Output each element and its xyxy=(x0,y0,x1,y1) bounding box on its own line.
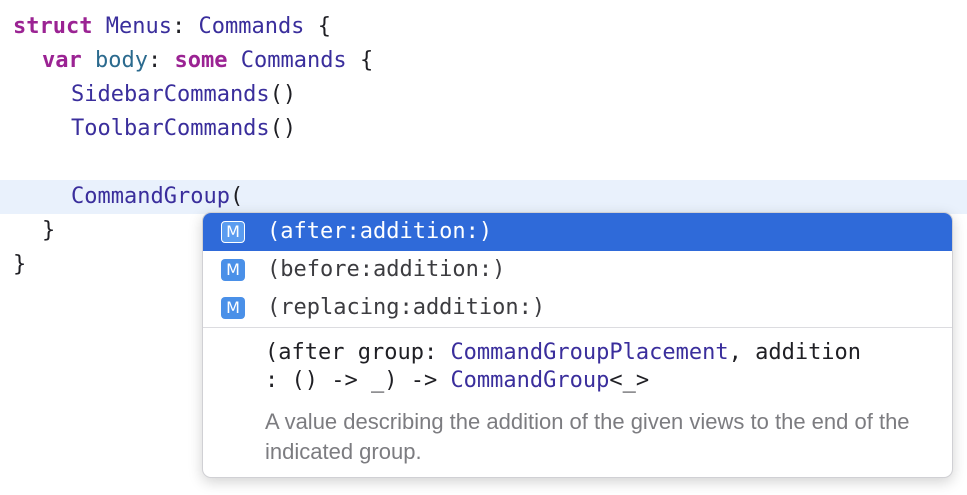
parens: () xyxy=(269,116,297,141)
parens: () xyxy=(269,82,297,107)
code-line-2[interactable]: var body: some Commands { xyxy=(0,44,967,78)
completion-detail: (after group: CommandGroupPlacement, add… xyxy=(265,339,945,467)
sig-part: (after group: xyxy=(265,340,451,365)
method-signature: (after group: CommandGroupPlacement, add… xyxy=(265,339,945,395)
completion-popup: M (after:addition:) M (before:addition:)… xyxy=(202,212,953,478)
code-line-4[interactable]: ToolbarCommands() xyxy=(0,112,967,146)
sig-type-placement: CommandGroupPlacement xyxy=(450,340,729,365)
method-description: A value describing the addition of the g… xyxy=(265,409,910,464)
open-paren: ( xyxy=(229,184,244,209)
method-icon: M xyxy=(221,221,245,243)
sig-part: : () -> _) -> xyxy=(265,368,451,393)
call-command-group: CommandGroup xyxy=(71,184,230,209)
sig-part: <_> xyxy=(609,368,650,393)
property-name: body xyxy=(95,48,148,73)
method-icon: M xyxy=(221,259,245,281)
code-editor[interactable]: struct Menus: Commands { var body: some … xyxy=(0,0,967,495)
code-line-current[interactable]: CommandGroup( xyxy=(0,180,967,214)
completion-item-after-addition[interactable]: M (after:addition:) xyxy=(203,213,952,251)
close-brace: } xyxy=(42,218,56,243)
code-line-1[interactable]: struct Menus: Commands { xyxy=(0,10,967,44)
type-name: Commands xyxy=(240,48,347,73)
sig-part: , addition xyxy=(728,340,862,365)
colon: : xyxy=(147,48,162,73)
completion-item-replacing-addition[interactable]: M (replacing:addition:) xyxy=(203,289,952,327)
completion-label: (replacing:addition:) xyxy=(267,295,546,320)
sig-type-return: CommandGroup xyxy=(450,368,610,393)
completion-label: (before:addition:) xyxy=(267,257,506,282)
close-brace: } xyxy=(13,252,27,277)
completion-label: (after:addition:) xyxy=(267,219,493,244)
keyword-var: var xyxy=(42,48,82,73)
open-brace: { xyxy=(317,14,331,39)
keyword-some: some xyxy=(174,48,228,73)
completion-item-before-addition[interactable]: M (before:addition:) xyxy=(203,251,952,289)
open-brace: { xyxy=(359,48,374,73)
method-icon: M xyxy=(221,297,245,319)
code-line-3[interactable]: SidebarCommands() xyxy=(0,78,967,112)
struct-name: Menus xyxy=(105,14,172,39)
colon: : xyxy=(171,14,186,39)
keyword-struct: struct xyxy=(13,14,93,39)
call-toolbar-commands: ToolbarCommands xyxy=(71,116,270,141)
protocol-name: Commands xyxy=(198,14,305,39)
call-sidebar-commands: SidebarCommands xyxy=(71,82,270,107)
popup-divider xyxy=(203,327,952,328)
